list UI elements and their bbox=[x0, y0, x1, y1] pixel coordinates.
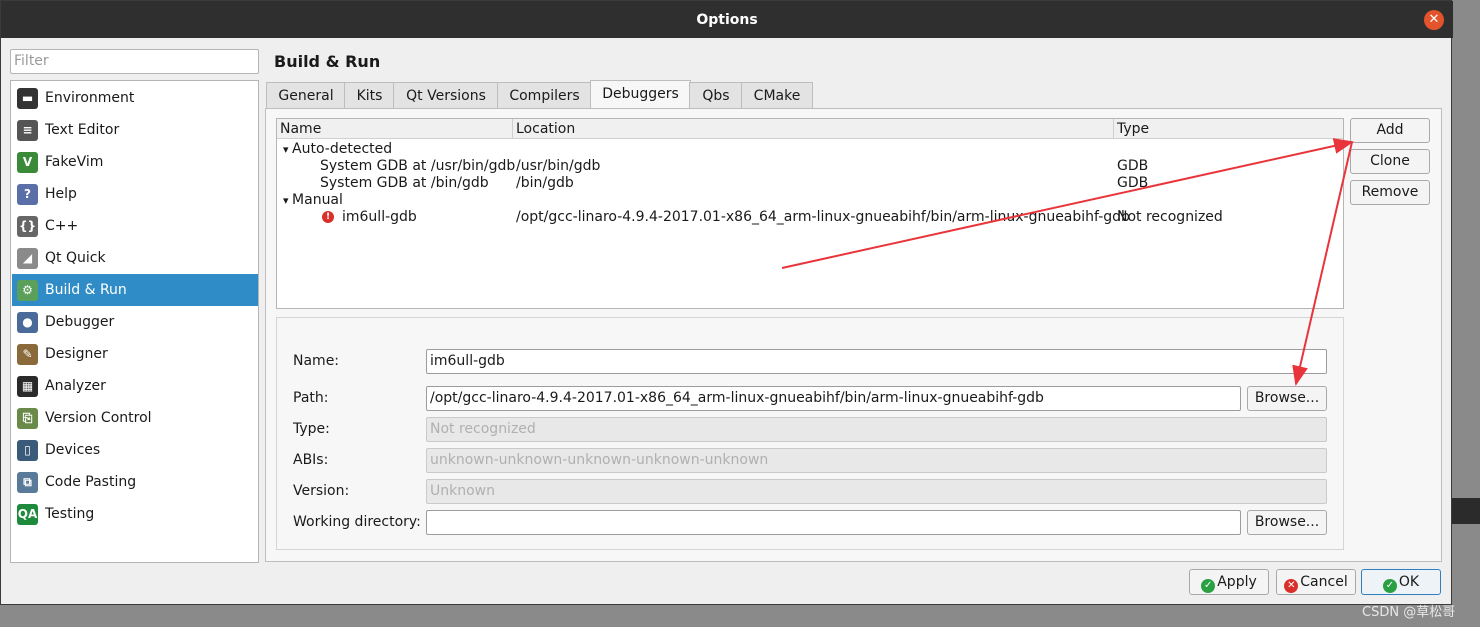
arrow-to-add-button bbox=[781, 138, 1354, 269]
watermark: CSDN @草松哥 bbox=[1362, 605, 1456, 620]
arrow-to-browse-button bbox=[1292, 141, 1353, 386]
annotation-arrows bbox=[781, 138, 1354, 386]
